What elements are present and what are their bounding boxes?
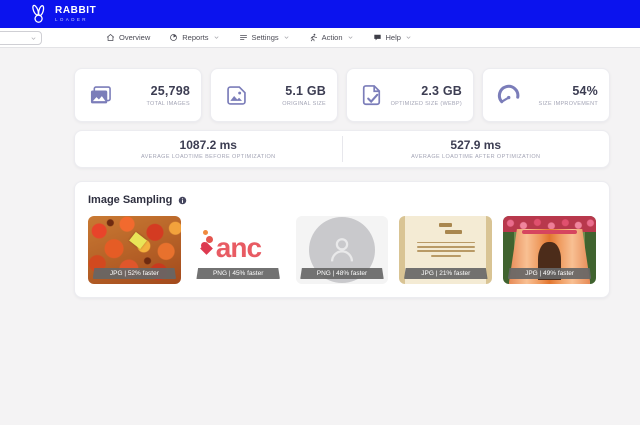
app-header: RABBIT LOADER [0,0,640,28]
stat-label: SIZE IMPROVEMENT [538,100,598,107]
sample-badge: PNG | 45% faster [196,268,280,279]
stat-card-optimized-size: 2.3 GB OPTIMIZED SIZE (WEBP) [346,68,474,122]
sampling-title: Image Sampling [88,194,173,206]
nav-label: Reports [182,33,209,42]
sample-image-avatar[interactable]: PNG | 48% faster [295,216,389,284]
decor-text-line [430,254,461,257]
sample-image-invitation[interactable]: JPG | 21% faster [399,216,493,284]
sampling-header: Image Sampling [88,194,596,206]
decor-text-line [445,230,463,234]
sample-badge: JPG | 21% faster [404,268,488,279]
list-icon [239,35,247,40]
decor-text-line [416,245,475,248]
loadtime-card: 1087.2 ms AVERAGE LOADTIME BEFORE OPTIMI… [74,130,610,168]
sample-badge: JPG | 49% faster [507,268,592,279]
nav-label: Settings [251,33,279,42]
rabbitloader-dashboard: RABBIT LOADER Overview Reports Settings … [0,0,640,298]
heart-logo-figure [202,230,213,243]
chat-icon [373,34,381,41]
decor-garland [521,230,578,234]
info-icon[interactable] [178,196,187,205]
stat-label: TOTAL IMAGES [146,100,190,107]
file-check-icon [362,84,381,105]
rabbit-logo-icon [32,4,45,23]
image-sampling-card: Image Sampling JPG | 52% faster anc PNG … [74,181,610,298]
stat-value: 2.3 GB [421,83,462,98]
loadtime-before-value: 1087.2 ms [179,138,237,152]
sample-image-logo[interactable]: anc PNG | 45% faster [191,216,285,284]
nav-help[interactable]: Help [373,33,412,42]
sample-image-mandap[interactable]: JPG | 49% faster [503,216,596,284]
decor-text-line [416,250,475,253]
nav-settings[interactable]: Settings [239,33,290,42]
site-select-dropdown[interactable] [0,31,42,45]
pie-chart-icon [170,34,178,41]
stat-label: ORIGINAL SIZE [282,100,326,107]
decor-text-line [416,241,475,244]
brand-name: RABBIT [55,5,97,16]
nav-reports[interactable]: Reports [169,33,219,42]
image-file-icon [227,85,246,105]
person-icon [330,238,354,262]
loadtime-before: 1087.2 ms AVERAGE LOADTIME BEFORE OPTIMI… [75,138,342,160]
stat-card-original-size: 5.1 GB ORIGINAL SIZE [210,68,338,122]
dashboard-content: 25,798 TOTAL IMAGES 5.1 GB ORIGINAL SIZE [0,48,640,298]
stat-card-total-images: 25,798 TOTAL IMAGES [74,68,202,122]
sample-thumbnails: JPG | 52% faster anc PNG | 45% faster PN… [88,216,596,284]
stat-label: OPTIMIZED SIZE (WEBP) [390,100,462,107]
loadtime-after-label: AVERAGE LOADTIME AFTER OPTIMIZATION [411,154,541,160]
brand-subname: LOADER [55,16,88,22]
chevron-down-icon [284,36,289,39]
gauge-icon [497,84,520,103]
chevron-down-icon [348,36,352,39]
decor-text-line [439,223,453,227]
nav-label: Overview [119,33,151,42]
chevron-down-icon [406,36,411,39]
stats-row: 25,798 TOTAL IMAGES 5.1 GB ORIGINAL SIZE [74,68,610,122]
home-icon [106,34,115,41]
sample-badge: JPG | 52% faster [92,268,177,279]
stat-value: 25,798 [150,83,190,98]
main-nav: Overview Reports Settings Action Help [0,28,640,48]
sample-badge: PNG | 48% faster [300,268,384,279]
logo-text: anc [215,232,262,263]
loadtime-after: 527.9 ms AVERAGE LOADTIME AFTER OPTIMIZA… [343,138,610,160]
stat-value: 54% [572,83,598,98]
loadtime-after-value: 527.9 ms [450,138,502,152]
chevron-down-icon [214,36,219,39]
nav-items: Overview Reports Settings Action Help [106,33,412,42]
stat-value: 5.1 GB [285,83,326,98]
loadtime-before-label: AVERAGE LOADTIME BEFORE OPTIMIZATION [140,154,276,160]
nav-overview[interactable]: Overview [106,33,150,42]
runner-icon [310,33,317,42]
chevron-down-icon [31,36,36,40]
nav-action[interactable]: Action [309,33,354,42]
brand-logo[interactable]: RABBIT LOADER [28,3,96,25]
nav-label: Help [385,33,401,42]
sample-image-food[interactable]: JPG | 52% faster [88,216,181,284]
stat-card-size-improvement: 54% SIZE IMPROVEMENT [482,68,610,122]
images-icon [90,85,111,103]
nav-label: Action [321,33,343,42]
decor-yellow-tag [128,231,147,250]
